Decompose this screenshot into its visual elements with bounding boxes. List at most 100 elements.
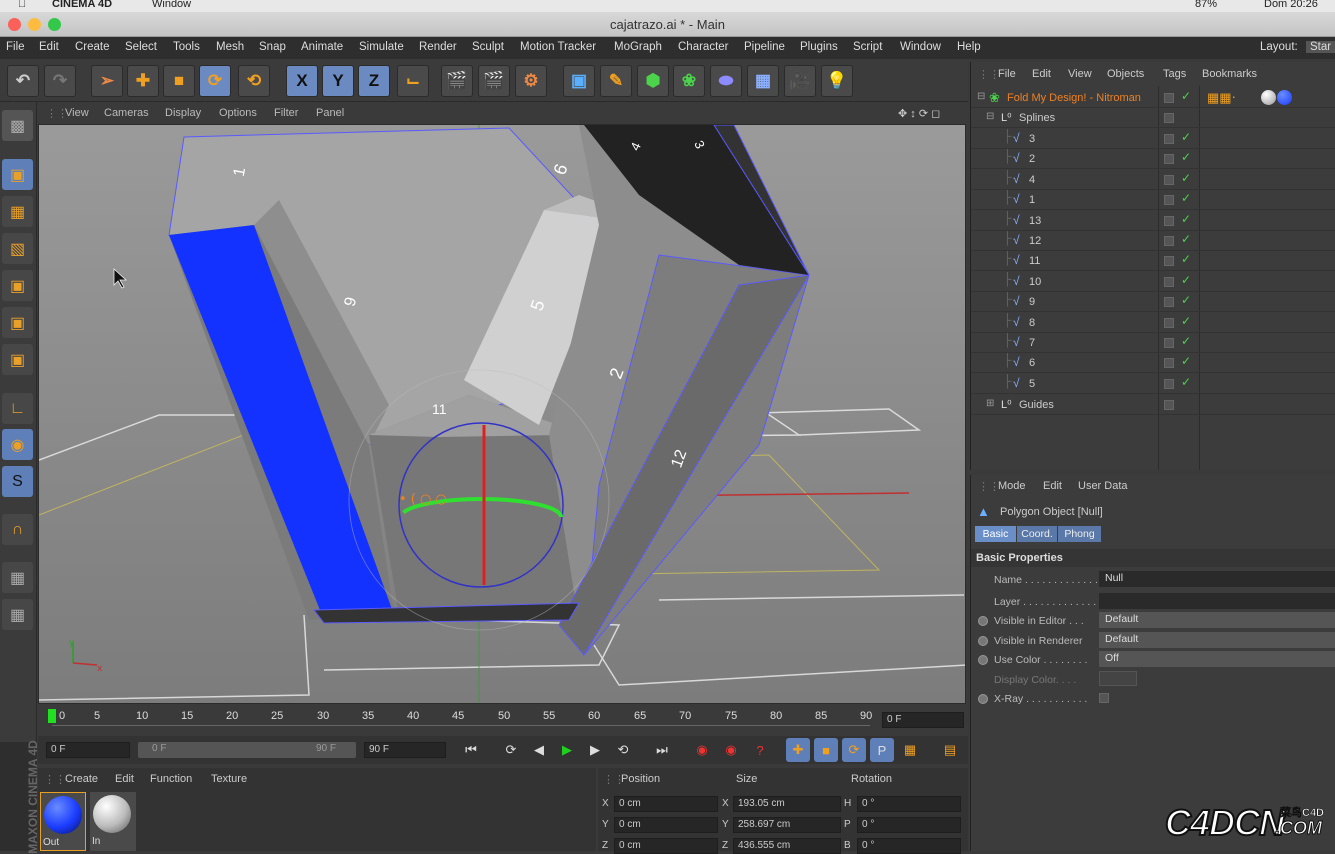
texture-mode-icon[interactable]: ▦ (2, 196, 33, 227)
size-x-field[interactable]: 193.05 cm (733, 796, 841, 812)
previous-key-icon[interactable]: ⟳ (499, 738, 523, 762)
visibility-toggle[interactable] (1164, 338, 1174, 348)
menu-simulate[interactable]: Simulate (359, 41, 404, 53)
object-row-spline[interactable]: ├ √ 5 ✓ (971, 374, 1335, 394)
tab-phong[interactable]: Phong (1058, 526, 1101, 542)
menu-animate[interactable]: Animate (301, 41, 343, 53)
render-picture-viewer-icon[interactable]: 🎬 (478, 65, 510, 97)
render-settings-icon[interactable]: ⚙ (515, 65, 547, 97)
coordinate-system-icon[interactable]: ⌙ (397, 65, 429, 97)
viewport-menu-view[interactable]: View (65, 107, 89, 119)
object-row-root[interactable]: ⊟ ❀ Fold My Design! - Nitroman ✓ ▦▦⋅ (971, 88, 1335, 108)
next-frame-icon[interactable]: ▶ (583, 738, 607, 762)
window-menu[interactable]: Window (152, 0, 191, 10)
visibility-toggle[interactable] (1164, 174, 1174, 185)
menu-motion-tracker[interactable]: Motion Tracker (520, 41, 596, 53)
play-icon[interactable]: ▶ (555, 738, 579, 762)
playhead[interactable] (48, 709, 56, 723)
tab-coord[interactable]: Coord. (1017, 526, 1057, 542)
snap-icon[interactable]: S (2, 466, 33, 497)
viewport-menu-options[interactable]: Options (219, 107, 257, 119)
menu-help[interactable]: Help (957, 41, 981, 53)
edges-mode-icon[interactable]: ▣ (2, 307, 33, 338)
material-menu-edit[interactable]: Edit (115, 773, 134, 785)
size-z-field[interactable]: 436.555 cm (733, 838, 841, 854)
enabled-check-icon[interactable]: ✓ (1181, 273, 1191, 287)
3d-viewport[interactable]: • ( ○ ○ y x 1 9 6 4 5 2 11 12 3 (38, 124, 966, 704)
object-row-spline[interactable]: ├ √ 3 ✓ (971, 129, 1335, 149)
position-z-field[interactable]: 0 cm (614, 838, 718, 854)
object-menu-edit[interactable]: Edit (1032, 68, 1051, 80)
rotation-h-field[interactable]: 0 ° (857, 796, 961, 812)
collapse-icon[interactable]: ⊟ (977, 91, 985, 102)
animate-toggle[interactable] (978, 636, 988, 646)
cube-object-icon[interactable]: ▣ (563, 65, 595, 97)
visibility-toggle[interactable] (1164, 215, 1174, 226)
viewport-menu-filter[interactable]: Filter (274, 107, 298, 119)
tag-icons[interactable]: ▦▦⋅ (1207, 90, 1236, 106)
viewport-menu-panel[interactable]: Panel (316, 107, 344, 119)
menu-edit[interactable]: Edit (39, 41, 59, 53)
layout-select[interactable]: Star (1306, 41, 1335, 53)
object-menu-file[interactable]: File (998, 68, 1016, 80)
menu-character[interactable]: Character (678, 41, 729, 53)
viewport-navigate-icons[interactable]: ✥ ↕ ⟳ ◻ (898, 107, 940, 120)
recent-tool-icon[interactable]: ⟲ (238, 65, 270, 97)
tweak-mode-icon[interactable]: ◉ (2, 429, 33, 460)
object-row-spline[interactable]: ├ √ 1 ✓ (971, 190, 1335, 211)
model-mode-icon[interactable]: ▣ (2, 159, 33, 190)
visibility-toggle[interactable] (1164, 154, 1174, 165)
subdivision-icon[interactable]: ⬢ (637, 65, 669, 97)
enabled-check-icon[interactable]: ✓ (1181, 171, 1191, 185)
visibility-toggle[interactable] (1164, 236, 1174, 246)
autokey-icon[interactable]: ◉ (719, 738, 743, 762)
points-mode-icon[interactable]: ▣ (2, 270, 33, 301)
object-row-spline[interactable]: ├ √ 9 ✓ (971, 292, 1335, 313)
visible-in-renderer-select[interactable]: Default (1099, 632, 1335, 648)
visibility-toggle[interactable] (1164, 276, 1174, 287)
enabled-check-icon[interactable]: ✓ (1181, 232, 1191, 246)
enabled-check-icon[interactable]: ✓ (1181, 314, 1191, 328)
viewport-menu-cameras[interactable]: Cameras (104, 107, 149, 119)
object-row-spline[interactable]: ├ √ 10 ✓ (971, 272, 1335, 292)
enabled-check-icon[interactable]: ✓ (1181, 252, 1191, 266)
viewport-menu-display[interactable]: Display (165, 107, 201, 119)
attr-menu-edit[interactable]: Edit (1043, 480, 1062, 492)
end-frame-field[interactable]: 90 F (364, 742, 446, 758)
collapse-icon[interactable]: ⊟ (986, 111, 994, 122)
rotate-tool-icon[interactable]: ⟳ (199, 65, 231, 97)
visibility-toggle[interactable] (1164, 297, 1174, 308)
go-to-end-icon[interactable]: ⏭ (650, 738, 674, 762)
menu-plugins[interactable]: Plugins (800, 41, 838, 53)
material-menu-texture[interactable]: Texture (211, 773, 247, 785)
floor-icon[interactable]: ▦ (747, 65, 779, 97)
object-row-spline[interactable]: ├ √ 12 ✓ (971, 231, 1335, 251)
animate-toggle[interactable] (978, 655, 988, 665)
menu-create[interactable]: Create (75, 41, 110, 53)
enabled-check-icon[interactable]: ✓ (1181, 334, 1191, 348)
object-row-guides[interactable]: ⊞ L⁰ Guides (971, 395, 1335, 415)
menu-sculpt[interactable]: Sculpt (472, 41, 504, 53)
deformer-icon[interactable]: ⬬ (710, 65, 742, 97)
menu-tools[interactable]: Tools (173, 41, 200, 53)
menu-script[interactable]: Script (853, 41, 882, 53)
cloner-icon[interactable]: ❀ (673, 65, 705, 97)
enabled-check-icon[interactable]: ✓ (1181, 89, 1191, 103)
object-menu-bookmarks[interactable]: Bookmarks (1202, 68, 1257, 80)
object-row-spline[interactable]: ├ √ 7 ✓ (971, 333, 1335, 353)
planar-workplane-icon[interactable]: ▦ (2, 599, 33, 630)
material-tag-in[interactable] (1261, 90, 1276, 105)
xray-checkbox[interactable] (1099, 693, 1109, 703)
go-to-start-icon[interactable]: ⏮ (459, 738, 483, 762)
attr-menu-mode[interactable]: Mode (998, 480, 1026, 492)
enabled-check-icon[interactable]: ✓ (1181, 212, 1191, 226)
move-tool-icon[interactable]: ✚ (127, 65, 159, 97)
next-key-icon[interactable]: ⟲ (611, 738, 635, 762)
enabled-check-icon[interactable]: ✓ (1181, 354, 1191, 368)
layer-field[interactable] (1099, 593, 1335, 609)
make-editable-icon[interactable]: ▩ (2, 110, 33, 141)
previous-frame-icon[interactable]: ◀ (527, 738, 551, 762)
enabled-check-icon[interactable]: ✓ (1181, 191, 1191, 205)
visibility-toggle[interactable] (1164, 93, 1174, 103)
display-color-swatch[interactable] (1099, 671, 1137, 686)
